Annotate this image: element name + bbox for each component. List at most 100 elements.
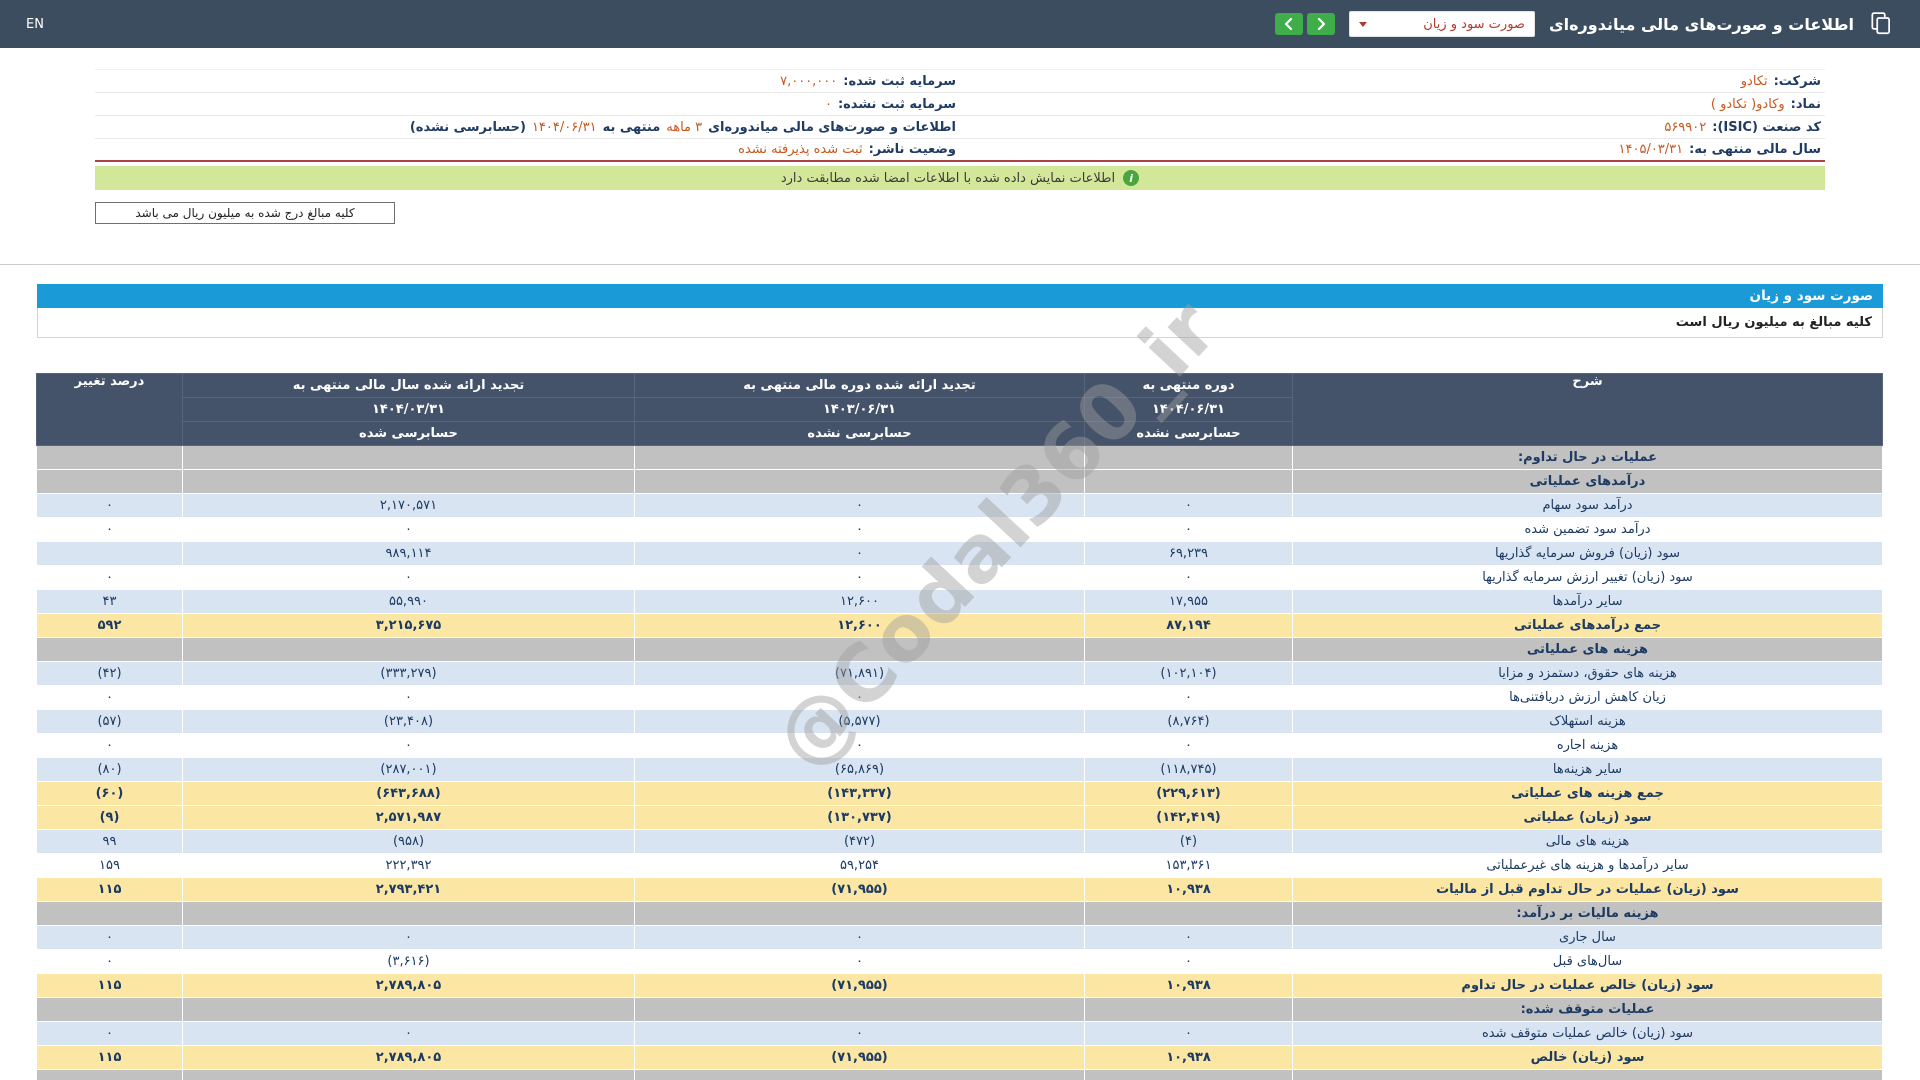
divider [0, 264, 1920, 265]
value-percent-change: ۰ [36, 565, 183, 590]
row-label: سود (زیان) عملیات در حال تداوم قبل از ما… [1292, 877, 1883, 902]
row-label: جمع هزینه های عملیاتی [1292, 781, 1883, 806]
value-percent-change: ۰ [36, 925, 183, 950]
statement-subtitle: کلیه مبالغ به میلیون ریال است [37, 308, 1883, 338]
value-restated-year: ۰ [182, 1021, 635, 1046]
row-label: سایر درآمدها و هزینه های غیرعملیاتی [1292, 853, 1883, 878]
value-current-period [1084, 1069, 1293, 1080]
value-percent-change: (۵۷) [36, 709, 183, 734]
fiscal-year-field: سال مالی منتهی به: ۱۴۰۵/۰۳/۳۱ [960, 142, 1825, 157]
field-value: وکادو( تکادو ) [1710, 96, 1785, 112]
chevron-down-icon [1358, 21, 1367, 27]
statement-section: صورت سود و زیان کلیه مبالغ به میلیون ریا… [36, 284, 1883, 1080]
value-restated-year: (۲۸۷,۰۰۱) [182, 757, 635, 782]
row-label: سال جاری [1292, 925, 1883, 950]
value-restated-period: ۰ [634, 541, 1085, 566]
row-label: سود (زیان) خالص عملیات در حال تداوم [1292, 973, 1883, 998]
value-current-period: ۰ [1084, 685, 1293, 710]
table-row: جمع هزینه های عملیاتی (۲۲۹,۶۱۳) (۱۴۳,۳۳۷)(… [36, 781, 1883, 806]
row-label: هزینه های حقوق، دستمزد و مزایا [1292, 661, 1883, 686]
value-restated-year [182, 1069, 635, 1080]
value-restated-period: ۵۹,۲۵۴ [634, 853, 1085, 878]
value-current-period [1084, 637, 1293, 662]
value-current-period: ۰ [1084, 493, 1293, 518]
col-header-period-current: دوره منتهی به [1084, 373, 1293, 398]
value-current-period: ۰ [1084, 949, 1293, 974]
registered-capital-field: سرمایه ثبت شده: ۷,۰۰۰,۰۰۰ [95, 74, 960, 89]
value-restated-year: (۳۳۳,۲۷۹) [182, 661, 635, 686]
row-label: سود (زیان) عملیاتی [1292, 805, 1883, 830]
field-label: نماد: [1790, 96, 1821, 112]
value-restated-period: ۰ [634, 733, 1085, 758]
table-row: سایر هزینه‌ها (۱۱۸,۷۴۵) (۶۵,۸۶۹) (۲۸۷,۰۰۱)(… [36, 757, 1883, 782]
value-restated-period [634, 1069, 1085, 1080]
field-value: ۵۶۹۹۰۲ [1664, 119, 1707, 135]
value-restated-period: (۱۴۳,۳۳۷) [634, 781, 1085, 806]
value-percent-change: (۶۰) [36, 781, 183, 806]
codal-report-icon[interactable] [1868, 11, 1894, 37]
value-percent-change: ۰ [36, 493, 183, 518]
field-value: ۳ ماهه [666, 119, 703, 135]
value-restated-year: ۰ [182, 517, 635, 542]
value-percent-change [36, 1069, 183, 1080]
nav-left-button[interactable] [1274, 13, 1303, 35]
value-restated-period: (۷۱,۸۹۱) [634, 661, 1085, 686]
col-header-desc: شرح [1292, 373, 1883, 446]
row-label [1292, 1069, 1883, 1080]
value-restated-year: ۰ [182, 733, 635, 758]
statement-select[interactable]: صورت سود و زیان [1348, 11, 1535, 37]
unit-note-box: کلیه مبالغ درج شده به میلیون ریال می باش… [95, 202, 395, 224]
value-percent-change: ۱۵۹ [36, 853, 183, 878]
value-percent-change: ۹۹ [36, 829, 183, 854]
table-row: درآمد سود سهام ۰ ۰ ۲,۱۷۰,۵۷۱ ۰ [36, 493, 1883, 518]
field-value: تکادو [1740, 73, 1768, 89]
value-percent-change: ۱۱۵ [36, 1045, 183, 1070]
value-restated-period: (۱۳۰,۷۳۷) [634, 805, 1085, 830]
symbol-field: نماد: وکادو( تکادو ) [960, 97, 1825, 112]
value-restated-period [634, 637, 1085, 662]
row-label: درآمد سود سهام [1292, 493, 1883, 518]
value-percent-change [36, 637, 183, 662]
value-current-period: ۱۰,۹۳۸ [1084, 973, 1293, 998]
value-restated-period: ۰ [634, 685, 1085, 710]
col-header-audit-status: حسابرسی نشده [1084, 421, 1293, 446]
table-row: سال‌های قبل ۰ ۰ (۳,۶۱۶) ۰ [36, 949, 1883, 974]
value-restated-year: ۰ [182, 685, 635, 710]
value-restated-period: ۰ [634, 517, 1085, 542]
row-label: هزینه اجاره [1292, 733, 1883, 758]
col-header-date: ۱۴۰۴/۰۶/۳۱ [1084, 397, 1293, 422]
value-current-period [1084, 469, 1293, 494]
value-restated-year: (۹۵۸) [182, 829, 635, 854]
value-restated-period: ۰ [634, 1021, 1085, 1046]
page: { "topbar": { "en_label": "EN", "title":… [0, 0, 1920, 1080]
table-row: هزینه های حقوق، دستمزد و مزایا (۱۰۲,۱۰۴)(… [36, 661, 1883, 686]
nav-right-button[interactable] [1306, 13, 1335, 35]
value-percent-change [36, 541, 183, 566]
value-restated-period [634, 445, 1085, 470]
table-row: هزینه اجاره ۰ ۰ ۰ ۰ [36, 733, 1883, 758]
value-restated-year: ۰ [182, 925, 635, 950]
row-label: سود (زیان) خالص عملیات متوقف شده [1292, 1021, 1883, 1046]
value-percent-change: ۱۱۵ [36, 877, 183, 902]
value-restated-period: (۷۱,۹۵۵) [634, 1045, 1085, 1070]
row-label: سال‌های قبل [1292, 949, 1883, 974]
value-current-period: ۱۵۳,۳۶۱ [1084, 853, 1293, 878]
notice-text: اطلاعات نمایش داده شده با اطلاعات امضا ش… [780, 170, 1116, 186]
col-header-period-restated: تجدید ارائه شده دوره مالی منتهی به [634, 373, 1085, 398]
value-restated-year [182, 997, 635, 1022]
value-current-period: (۴) [1084, 829, 1293, 854]
table-row: سود (زیان) خالص عملیات متوقف شده ۰ ۰ ۰ ۰ [36, 1021, 1883, 1046]
statement-table: شرح دوره منتهی به تجدید ارائه شده دوره م… [36, 373, 1883, 1080]
value-restated-year: ۵۵,۹۹۰ [182, 589, 635, 614]
value-restated-period: ۱۲,۶۰۰ [634, 589, 1085, 614]
value-percent-change: (۹) [36, 805, 183, 830]
language-toggle[interactable]: EN [26, 17, 44, 32]
table-row: هزینه مالیات بر درآمد: [36, 901, 1883, 926]
value-restated-period: (۷۱,۹۵۵) [634, 973, 1085, 998]
row-label: عملیات متوقف شده: [1292, 997, 1883, 1022]
value-restated-year: ۹۸۹,۱۱۴ [182, 541, 635, 566]
issuer-status-field: وضعیت ناشر: ثبت شده پذیرفته نشده [95, 142, 960, 157]
row-label: درآمدهای عملیاتی [1292, 469, 1883, 494]
table-row: درآمدهای عملیاتی [36, 469, 1883, 494]
field-label: وضعیت ناشر: [868, 142, 956, 157]
